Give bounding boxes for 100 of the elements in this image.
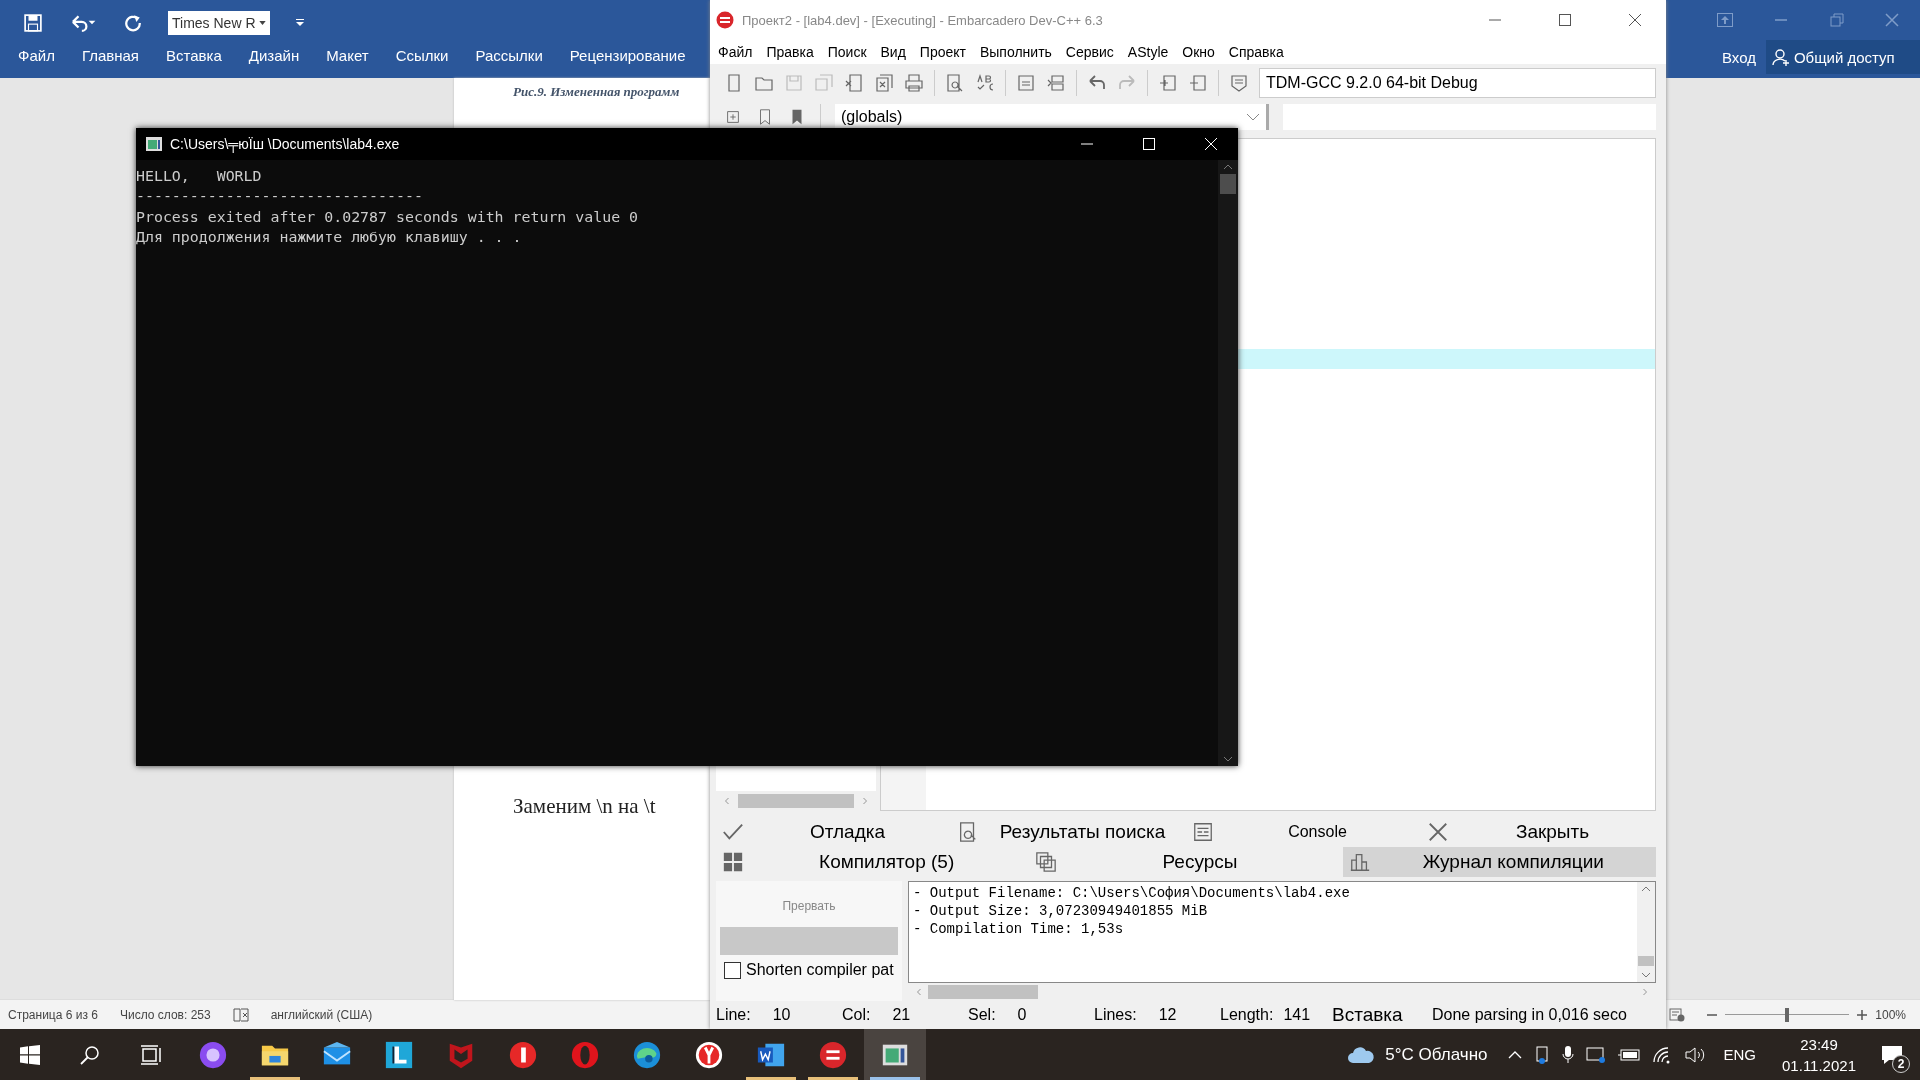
wifi-icon[interactable] <box>1651 1045 1672 1064</box>
chart-icon <box>1348 851 1371 873</box>
vertical-scrollbar[interactable] <box>1637 882 1655 982</box>
console-line: Для продолжения нажмите любую клавишу . . . <box>136 227 523 248</box>
magnifier-icon[interactable] <box>945 73 965 93</box>
ribbon-tab[interactable]: Рассылки <box>475 47 543 64</box>
log-line: - Output Filename: C:\Users\София\Documents\lab4.exe <box>913 884 1351 902</box>
close-doc-icon[interactable] <box>844 73 864 93</box>
chevron-up-icon[interactable] <box>1507 1050 1522 1059</box>
checkbox[interactable] <box>724 961 741 979</box>
search-icon[interactable] <box>80 1044 100 1065</box>
ribbon-tab[interactable]: Дизайн <box>248 47 300 64</box>
device-icon[interactable] <box>1533 1045 1550 1064</box>
menu-item[interactable]: Выполнить <box>979 44 1052 60</box>
share-button[interactable]: Общий доступ <box>1765 40 1920 74</box>
ribbon-tab[interactable]: Главная <box>81 47 139 64</box>
ribbon-tab[interactable]: Макет <box>326 47 369 64</box>
grid-icon <box>722 851 744 873</box>
ribbon-tab[interactable]: Ссылки <box>395 47 449 64</box>
close-all-icon[interactable] <box>874 73 894 93</box>
comment-icon[interactable] <box>1229 73 1249 93</box>
scroll-down-icon[interactable] <box>1641 972 1651 978</box>
parse-status: Done parsing in 0,016 seco <box>1432 1006 1627 1024</box>
status-value: 12 <box>1158 1006 1177 1024</box>
vertical-scrollbar[interactable] <box>1218 160 1238 766</box>
language-status[interactable]: английский (США) <box>270 1007 373 1022</box>
input-language[interactable]: ENG <box>1723 1046 1757 1063</box>
editor-gutter <box>880 766 926 811</box>
spellcheck-icon[interactable] <box>975 73 995 93</box>
menu-item[interactable]: Вид <box>880 44 906 60</box>
page-count[interactable]: Страница 6 из 6 <box>8 1007 98 1022</box>
printer-icon[interactable] <box>904 73 924 93</box>
panel-tab[interactable]: Журнал компиляции <box>1342 847 1656 877</box>
person-add-icon <box>1771 48 1790 66</box>
close-icon[interactable] <box>1628 13 1642 27</box>
weather-text[interactable]: 5°C Облачно <box>1385 1044 1488 1065</box>
taskbar-button[interactable] <box>864 1029 926 1080</box>
split-icon[interactable] <box>1046 73 1066 93</box>
console-app-icon <box>146 137 162 151</box>
accessibility-icon[interactable] <box>1669 1007 1686 1022</box>
document-text: Заменим \n на \t <box>513 794 656 819</box>
font-select[interactable]: Times New R <box>168 11 270 35</box>
menu-item[interactable]: Правка <box>766 44 814 60</box>
circle-icon <box>198 1039 228 1070</box>
zoom-level[interactable]: 100% <box>1875 1007 1906 1022</box>
panel-tab[interactable]: Отладка <box>716 817 951 847</box>
menu-item[interactable]: Справка <box>1228 44 1284 60</box>
task-view-icon[interactable] <box>140 1044 162 1065</box>
check-icon <box>722 821 744 843</box>
save-icon[interactable] <box>24 14 42 32</box>
compiler-select[interactable]: TDM-GCC 9.2.0 64-bit Debug <box>1259 68 1656 98</box>
maximize-icon[interactable] <box>1558 13 1572 27</box>
scroll-up-icon[interactable] <box>1641 886 1651 892</box>
volume-icon[interactable] <box>1683 1045 1706 1064</box>
status-label: Length: <box>1220 1006 1274 1024</box>
sign-in-link[interactable]: Вход <box>1666 48 1766 66</box>
menu-item[interactable]: Проект <box>919 44 966 60</box>
indent-icon[interactable] <box>1158 73 1178 93</box>
close-icon <box>1427 821 1449 843</box>
panel-tab[interactable]: Закрыть <box>1421 817 1656 847</box>
checkbox-label[interactable]: Shorten compiler pat <box>746 961 894 979</box>
window-title: Проект2 - [lab4.dev] - [Executing] - Embarcadero Dev-C++ 6.3 <box>742 12 1103 28</box>
microphone-icon[interactable] <box>1561 1045 1574 1064</box>
ribbon-display-icon[interactable] <box>1716 13 1733 27</box>
cloud-icon[interactable] <box>1347 1045 1376 1064</box>
scope-select[interactable]: (globals) <box>835 104 1269 130</box>
swirl-icon <box>632 1039 662 1070</box>
battery-icon[interactable] <box>1617 1048 1640 1061</box>
menu-item[interactable]: AStyle <box>1127 44 1169 60</box>
ring-icon <box>570 1039 600 1070</box>
insert-icon[interactable] <box>724 108 742 126</box>
status-value: 10 <box>772 1006 791 1024</box>
start-icon[interactable] <box>20 1044 40 1065</box>
menu-item[interactable]: Сервис <box>1065 44 1114 60</box>
ribbon-tab[interactable]: Вставка <box>166 47 222 64</box>
scroll-thumb[interactable] <box>1638 956 1654 966</box>
menu-item[interactable]: Файл <box>718 44 753 60</box>
menu-item[interactable]: Окно <box>1182 44 1215 60</box>
word-count[interactable]: Число слов: 253 <box>119 1007 211 1022</box>
network-icon[interactable] <box>1585 1045 1606 1064</box>
panel-tab[interactable]: Результаты поиска <box>951 817 1186 847</box>
panel-tab[interactable]: Console <box>1186 817 1421 847</box>
proofing-icon[interactable] <box>232 1007 249 1022</box>
clock[interactable]: 23:49 01.11.2021 <box>1782 1033 1856 1076</box>
panel-tab[interactable]: Ресурсы <box>1029 847 1343 877</box>
scroll-up-icon[interactable] <box>1223 164 1233 170</box>
list-icon <box>1192 821 1214 843</box>
ribbon-tab[interactable]: Файл <box>18 47 55 64</box>
panel-tab[interactable]: Компилятор (5) <box>716 847 1030 877</box>
scroll-thumb[interactable] <box>1220 174 1236 194</box>
ribbon-tab[interactable]: Рецензирование <box>569 47 686 64</box>
zoom-in-icon[interactable] <box>1857 1009 1868 1020</box>
figure-caption: Рис.9. Измененная программ <box>513 84 681 100</box>
menu-item[interactable]: Поиск <box>827 44 867 60</box>
redo-icon[interactable] <box>124 14 142 32</box>
scroll-down-icon[interactable] <box>1223 756 1233 762</box>
customize-icon[interactable] <box>296 19 304 27</box>
notifications-button[interactable]: 2 <box>1870 1034 1914 1075</box>
log-line: - Compilation Time: 1,53s <box>913 920 1125 938</box>
circle-icon <box>818 1039 848 1070</box>
